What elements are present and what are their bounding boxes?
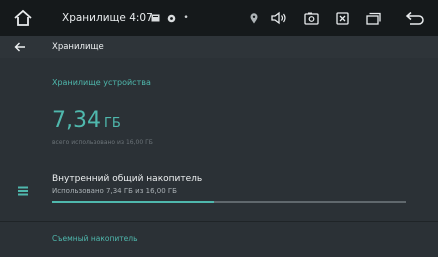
- removable-storage-heading: Съемный накопитель: [52, 234, 138, 243]
- status-bar: Хранилище 4:07 •: [0, 0, 438, 36]
- back-icon[interactable]: [404, 0, 426, 36]
- internal-storage-title[interactable]: Внутренний общий накопитель: [52, 174, 202, 184]
- used-storage-caption: всего использовано из 16,00 ГБ: [52, 139, 153, 146]
- screenshot-icon[interactable]: [302, 0, 320, 36]
- storage-list-icon: [18, 181, 28, 196]
- status-title: Хранилище 4:07: [62, 12, 153, 24]
- device-storage-heading: Хранилище устройства: [52, 78, 151, 87]
- internal-storage-subtitle[interactable]: Использовано 7,34 ГБ из 16,00 ГБ: [52, 187, 177, 195]
- page-title: Хранилище: [52, 42, 104, 52]
- volume-icon[interactable]: [270, 0, 288, 36]
- internal-storage-progress: [52, 201, 406, 203]
- used-storage-value: 7,34 ГБ: [52, 110, 121, 132]
- used-storage-number: 7,34: [52, 108, 101, 133]
- status-dot: •: [183, 13, 189, 23]
- internal-storage-progress-fill: [52, 201, 215, 203]
- notification-icon: [150, 0, 160, 36]
- home-icon[interactable]: [10, 0, 36, 36]
- used-storage-unit: ГБ: [103, 116, 121, 131]
- arrow-back-icon[interactable]: [14, 36, 26, 58]
- recent-apps-icon[interactable]: [364, 0, 382, 36]
- close-box-icon[interactable]: [334, 0, 350, 36]
- location-icon: [248, 0, 260, 36]
- section-divider: [0, 221, 438, 222]
- app-toolbar: Хранилище: [0, 36, 438, 58]
- settings-notification-icon: [166, 0, 176, 36]
